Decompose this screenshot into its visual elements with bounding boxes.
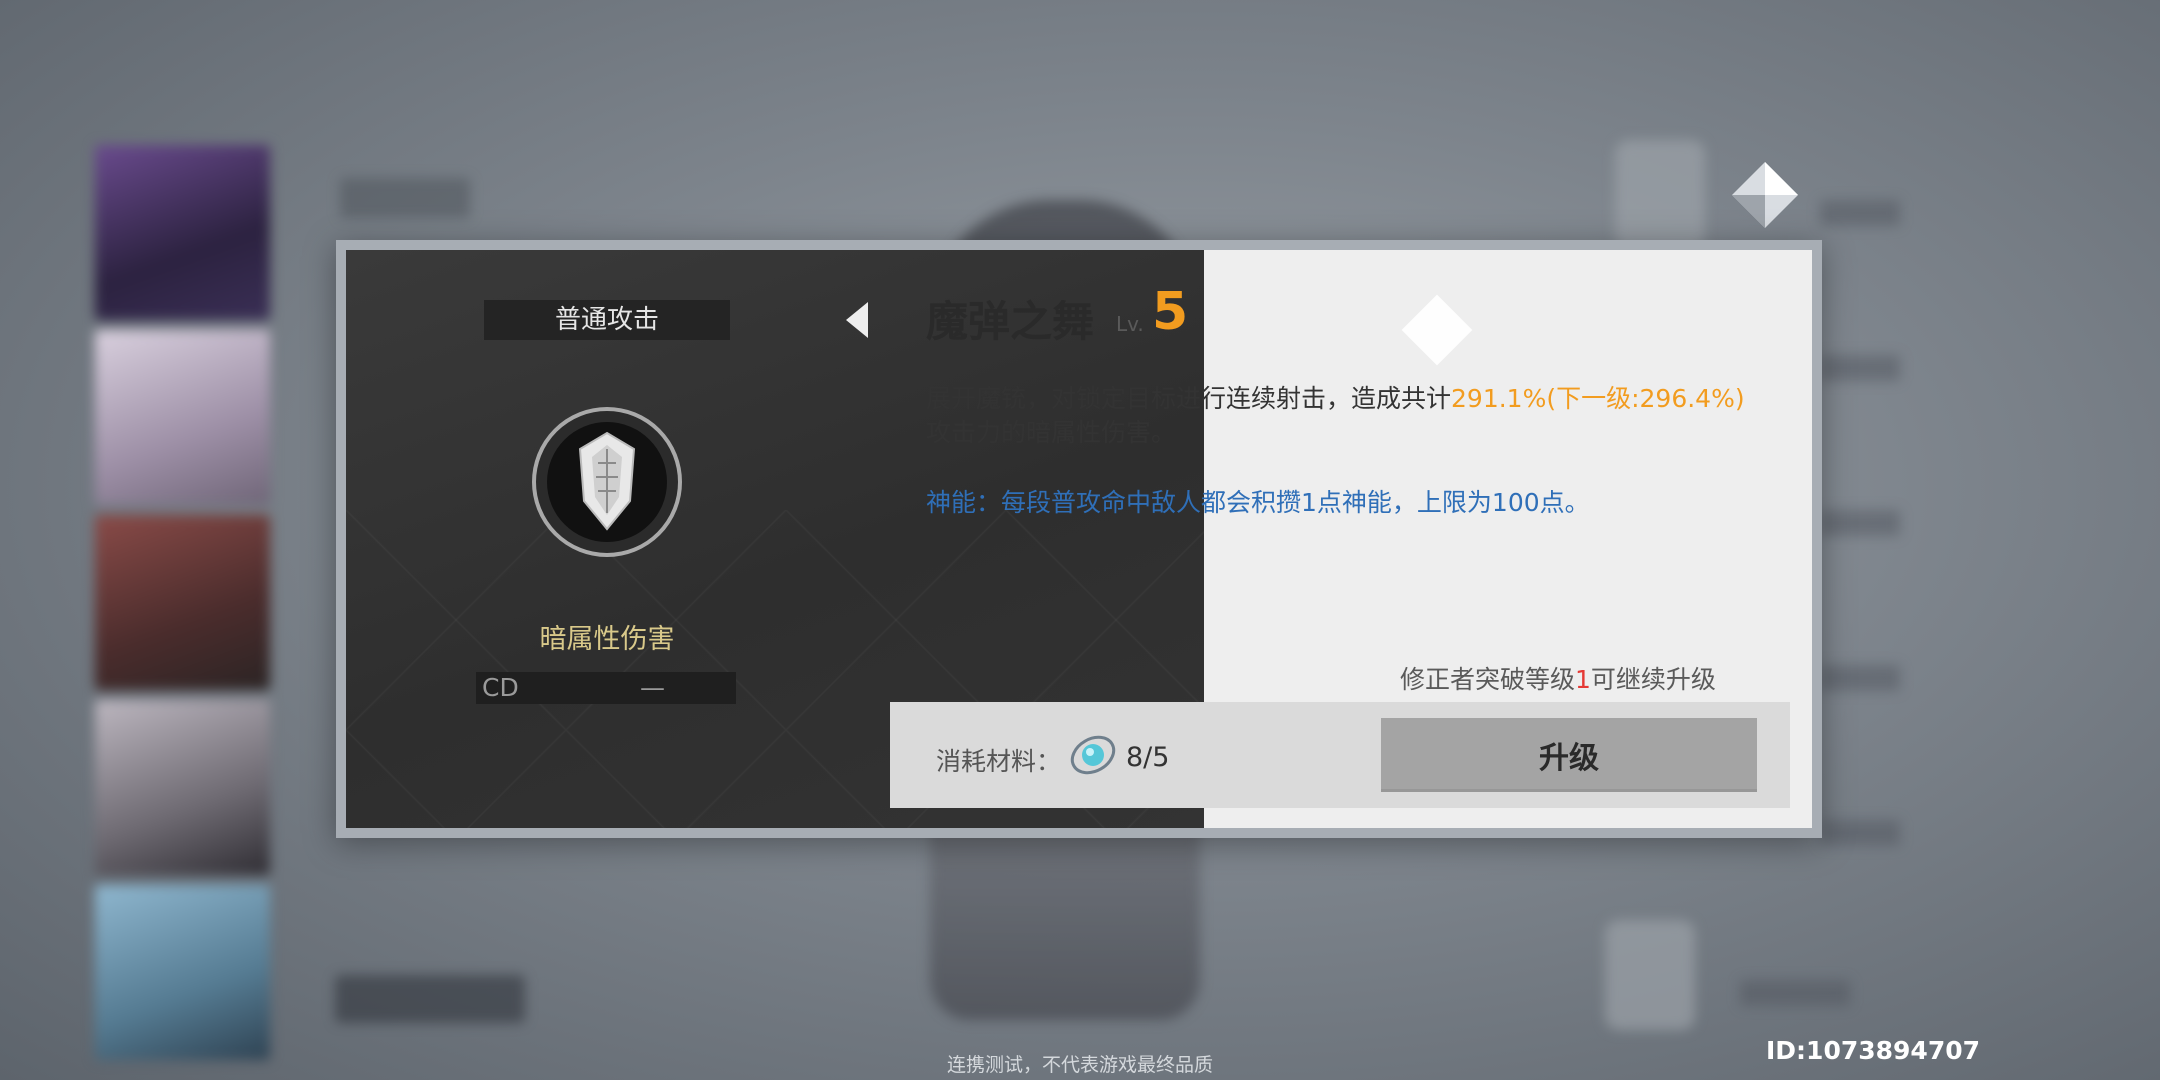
background-label	[1820, 820, 1900, 846]
description-text-end: 攻击力的暗属性伤害。	[926, 418, 1177, 447]
crystal-icon	[1732, 162, 1798, 228]
background-label	[1820, 200, 1900, 226]
character-portrait[interactable]	[95, 515, 270, 690]
cooldown-value: —	[640, 673, 665, 702]
character-portrait[interactable]	[95, 885, 270, 1060]
background-skill-icon	[1605, 920, 1695, 1030]
skill-emblem-icon	[532, 407, 682, 557]
material-count: 8/5	[1126, 742, 1170, 773]
requirement-level: 1	[1575, 665, 1591, 694]
background-tag	[335, 975, 525, 1023]
damage-multiplier: 291.1%(下一级:296.4%)	[1451, 384, 1745, 413]
skill-type-label: 普通攻击	[554, 305, 659, 335]
panel-pointer	[846, 302, 868, 338]
character-portrait-list	[95, 145, 275, 1060]
user-id: ID:1073894707	[1766, 1036, 1981, 1065]
element-damage-type: 暗属性伤害	[539, 624, 675, 655]
crystal-material-icon[interactable]	[1068, 730, 1118, 780]
divine-energy-text: 神能：每段普攻命中敌人都会积攒1点神能，上限为100点。	[926, 488, 1590, 517]
description-text: 展开魔铳，对锁定目标进行连续射击，造成共计	[926, 384, 1452, 413]
upgrade-button[interactable]: 升级	[1381, 718, 1757, 792]
upgrade-requirement: 修正者突破等级1可继续升级	[1400, 660, 1716, 696]
character-portrait[interactable]	[95, 145, 270, 320]
level-label: Lv.	[1116, 312, 1144, 336]
requirement-prefix: 修正者突破等级	[1400, 665, 1576, 694]
background-label	[1820, 510, 1900, 536]
skill-description: 展开魔铳，对锁定目标进行连续射击，造成共计291.1%(下一级:296.4%) 攻…	[926, 382, 1766, 450]
character-portrait[interactable]	[95, 330, 270, 505]
requirement-suffix: 可继续升级	[1590, 665, 1716, 694]
background-label	[1820, 355, 1900, 381]
background-label	[1740, 980, 1850, 1006]
skill-name: 魔弹之舞	[926, 297, 1095, 346]
background-heading	[340, 178, 470, 218]
background-label	[1820, 665, 1900, 691]
cooldown-label: CD	[482, 673, 519, 702]
background-skill-icon	[1615, 140, 1705, 250]
character-portrait[interactable]	[95, 700, 270, 875]
cost-label: 消耗材料：	[936, 747, 1062, 776]
skill-level: 5	[1152, 282, 1189, 342]
